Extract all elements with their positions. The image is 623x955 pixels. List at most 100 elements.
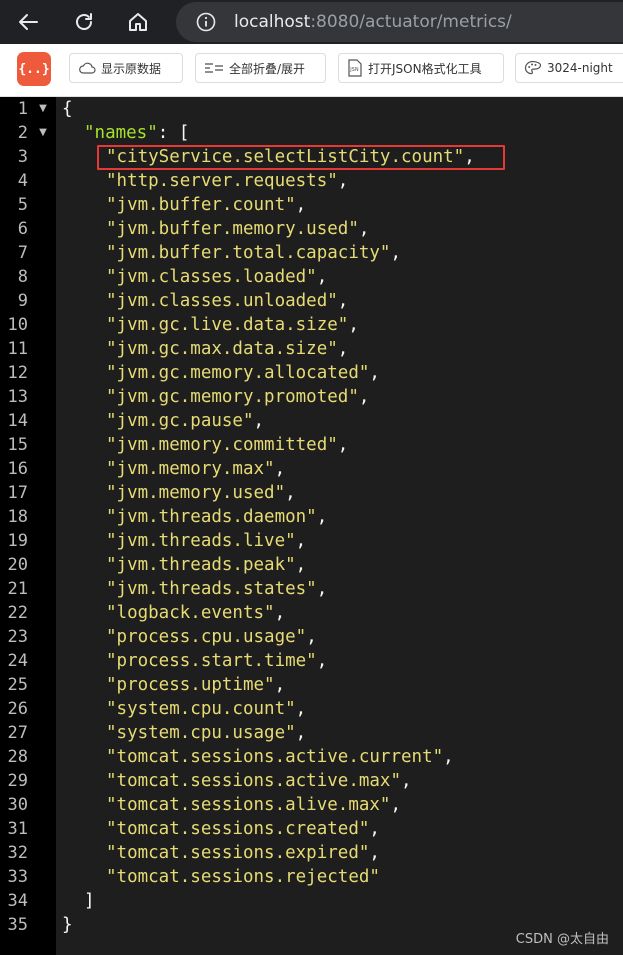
metric-name-line: "jvm.gc.max.data.size", — [106, 337, 348, 361]
line-number: 9 — [17, 291, 28, 311]
line-number: 18 — [7, 507, 28, 527]
line-number: 4 — [17, 171, 28, 191]
collapse-icon — [204, 61, 224, 75]
theme-select[interactable]: 3024-night — [515, 53, 623, 83]
metric-name-line: "jvm.gc.memory.promoted", — [106, 385, 369, 409]
metric-name-line: "tomcat.sessions.active.max", — [106, 769, 412, 793]
metric-name-line: "jvm.threads.peak", — [106, 553, 306, 577]
comma: , — [316, 507, 328, 527]
metric-name-line: "tomcat.sessions.created", — [106, 817, 380, 841]
metric-name: "process.uptime" — [106, 675, 275, 695]
metric-name-line: "jvm.classes.loaded", — [106, 265, 327, 289]
line-number: 21 — [7, 579, 28, 599]
metric-name-line: "jvm.buffer.memory.used", — [106, 217, 369, 241]
open-bracket: [ — [178, 123, 190, 143]
metric-name-line: "tomcat.sessions.alive.max", — [106, 793, 401, 817]
json-code-view: 1 ▼ 2 ▼ 3 4 5 6 7 8 9 10 11 12 13 14 15 16 17 18 19 20 21 22 23 2… — [0, 97, 623, 955]
metric-name: "tomcat.sessions.alive.max" — [106, 795, 391, 815]
metric-name: "jvm.gc.pause" — [106, 411, 254, 431]
metric-name: "system.cpu.count" — [106, 699, 296, 719]
metric-name-line: "jvm.threads.states", — [106, 577, 327, 601]
comma: , — [295, 723, 307, 743]
comma: , — [306, 627, 317, 647]
code-line: "names": [ — [84, 121, 189, 145]
line-number: 35 — [7, 915, 28, 935]
comma: , — [443, 747, 454, 767]
metric-name: "jvm.buffer.memory.used" — [106, 219, 359, 239]
open-json-formatter-button[interactable]: JSN 打开JSON格式化工具 — [338, 53, 504, 83]
comma: , — [358, 387, 370, 407]
metric-name: "process.cpu.usage" — [106, 627, 307, 647]
comma: , — [369, 819, 380, 839]
comma: , — [285, 483, 296, 503]
metric-name-line: "tomcat.sessions.expired", — [106, 841, 380, 865]
address-bar[interactable]: localhost:8080/actuator/metrics/ — [176, 2, 623, 42]
comma: , — [358, 219, 370, 239]
json-viewer-toolbar: {..} 显示原数据 全部折叠/展开 JSN 打开JSON格式化工具 3024-… — [0, 44, 623, 97]
metric-name: "jvm.memory.max" — [106, 459, 275, 479]
metric-name-line: "system.cpu.usage", — [106, 721, 306, 745]
back-arrow-icon — [19, 14, 38, 30]
metric-name-line: "jvm.gc.live.data.size", — [106, 313, 359, 337]
reload-button[interactable] — [68, 6, 100, 38]
line-number: 13 — [7, 387, 28, 407]
fold-toggle-icon[interactable]: ▼ — [38, 121, 48, 145]
fold-toggle-icon[interactable]: ▼ — [38, 97, 48, 121]
comma: , — [401, 771, 412, 791]
line-number: 25 — [7, 675, 28, 695]
metric-name: "tomcat.sessions.active.max" — [106, 771, 402, 791]
line-number: 34 — [7, 891, 28, 911]
metric-name-line: "jvm.buffer.total.capacity", — [106, 241, 401, 265]
metric-name-line: "jvm.classes.unloaded", — [106, 289, 348, 313]
line-number: 22 — [7, 603, 28, 623]
home-button[interactable] — [122, 6, 154, 38]
metric-name: "jvm.gc.memory.promoted" — [106, 387, 359, 407]
comma: , — [253, 411, 265, 431]
metric-name-line: "jvm.memory.used", — [106, 481, 296, 505]
line-number: 6 — [17, 219, 28, 239]
line-number: 15 — [7, 435, 28, 455]
comma: , — [348, 315, 359, 335]
line-number: 19 — [7, 531, 28, 551]
palette-icon — [524, 60, 542, 76]
home-icon — [129, 13, 147, 31]
metric-name-line: "process.cpu.usage", — [106, 625, 317, 649]
metric-name: "jvm.threads.states" — [106, 579, 317, 599]
line-number: 7 — [17, 243, 28, 263]
metric-name-line: "jvm.threads.daemon", — [106, 505, 327, 529]
metric-name-line: "jvm.threads.live", — [106, 529, 306, 553]
show-raw-label: 显示原数据 — [101, 61, 162, 76]
browser-bar: localhost:8080/actuator/metrics/ — [0, 0, 623, 44]
line-number: 10 — [7, 315, 28, 335]
comma: , — [337, 339, 349, 359]
show-raw-button[interactable]: 显示原数据 — [69, 53, 183, 83]
comma: , — [295, 699, 307, 719]
metric-name-line: "process.uptime", — [106, 673, 285, 697]
metric-name: "logback.events" — [106, 603, 275, 623]
line-number: 16 — [7, 459, 28, 479]
url-path: :8080/actuator/metrics/ — [310, 12, 512, 32]
metric-name-line: "tomcat.sessions.rejected" — [106, 865, 380, 889]
line-number: 26 — [7, 699, 28, 719]
back-button[interactable] — [12, 6, 44, 38]
line-number: 32 — [7, 843, 28, 863]
metric-name-line: "jvm.buffer.count", — [106, 193, 306, 217]
comma: , — [295, 195, 307, 215]
line-number: 29 — [7, 771, 28, 791]
metric-name-line: "jvm.gc.memory.allocated", — [106, 361, 380, 385]
comma: , — [337, 291, 349, 311]
comma: , — [337, 435, 349, 455]
metric-name: "jvm.threads.daemon" — [106, 507, 317, 527]
metric-name-line: "system.cpu.count", — [106, 697, 306, 721]
line-number: 2 — [17, 123, 28, 143]
metric-name-line: "tomcat.sessions.active.current", — [106, 745, 454, 769]
metric-name: "process.start.time" — [106, 651, 317, 671]
comma: , — [390, 243, 402, 263]
info-icon[interactable] — [196, 12, 216, 32]
open-brace: { — [62, 99, 73, 119]
toggle-collapse-button[interactable]: 全部折叠/展开 — [195, 53, 326, 83]
line-number: 20 — [7, 555, 28, 575]
comma: , — [369, 363, 380, 383]
comma: , — [274, 675, 286, 695]
extension-logo[interactable]: {..} — [17, 52, 51, 86]
